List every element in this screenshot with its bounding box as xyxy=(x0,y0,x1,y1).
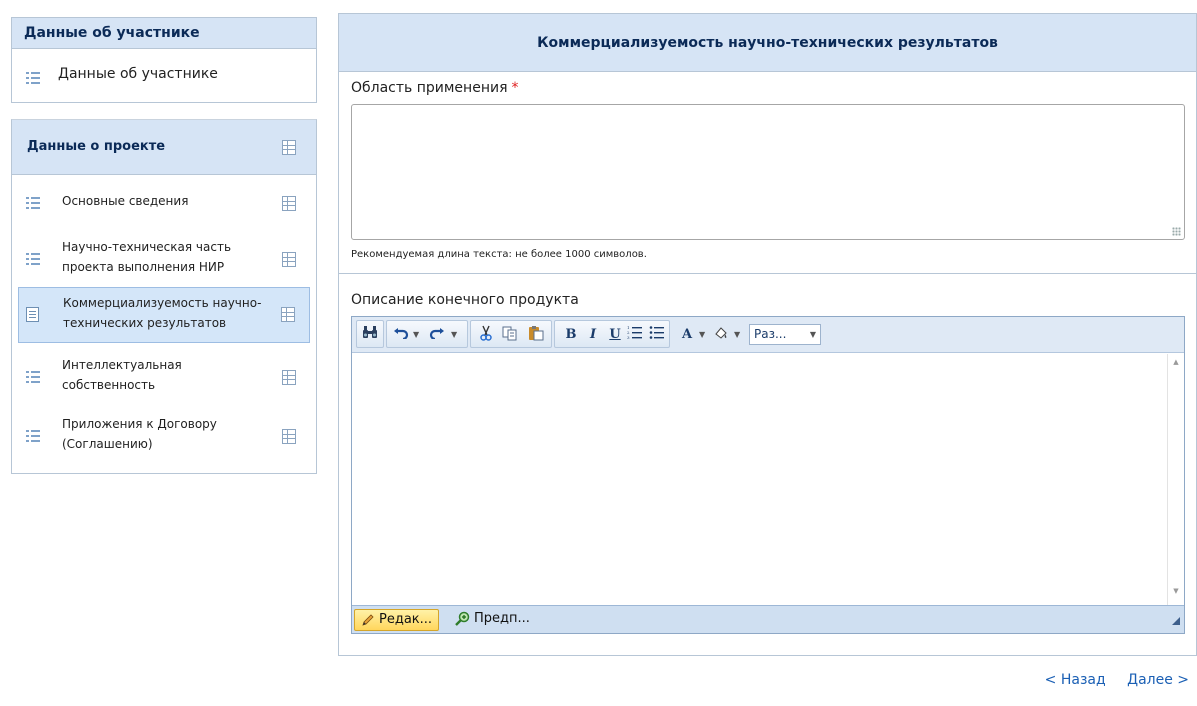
length-hint: Рекомендуемая длина текста: не более 100… xyxy=(351,249,647,260)
bold-icon[interactable]: B xyxy=(561,325,581,345)
application-area-textarea[interactable] xyxy=(351,104,1185,240)
cut-icon[interactable] xyxy=(476,325,496,345)
pencil-icon xyxy=(362,614,374,626)
sidebar-item-participant-data[interactable]: Данные об участнике xyxy=(12,63,316,93)
field-label-text: Область применения xyxy=(351,80,508,96)
field-label-final-product: Описание конечного продукта xyxy=(351,292,579,308)
resize-grip-icon[interactable] xyxy=(1172,617,1180,625)
preview-mode-tab[interactable]: Предп... xyxy=(450,609,536,631)
copy-icon[interactable] xyxy=(500,325,520,345)
highlight-color-icon[interactable] xyxy=(711,325,731,345)
project-panel-title: Данные о проекте xyxy=(27,139,166,154)
sidebar-item-label: Данные об участнике xyxy=(58,66,218,82)
sidebar-item-commercialization[interactable]: Коммерциализуемость научно-технических р… xyxy=(18,287,310,343)
bullet-list-icon[interactable] xyxy=(647,325,667,345)
italic-icon[interactable]: I xyxy=(583,325,603,345)
editor-toolbar: ▼ ▼ B I U 1 2 3 A ▼ ▼ Раз... ▼ xyxy=(352,317,1184,353)
toolbar-group-find xyxy=(356,320,384,348)
participant-panel: Данные об участнике Данные об участнике xyxy=(11,17,317,103)
sidebar-item-label: Приложения к Договору (Соглашению) xyxy=(62,417,217,451)
form-icon xyxy=(26,307,39,322)
list-icon xyxy=(26,253,40,265)
section-grid-icon[interactable] xyxy=(282,370,296,385)
toolbar-group-color: A ▼ ▼ Раз... ▼ xyxy=(672,320,930,348)
field-label-application-area: Область применения * xyxy=(351,80,519,96)
sidebar-item-label: Интеллектуальная собственность xyxy=(62,358,182,392)
magnifier-icon xyxy=(455,611,470,626)
undo-icon[interactable] xyxy=(391,325,411,345)
back-link[interactable]: < Назад xyxy=(1045,672,1106,688)
list-icon xyxy=(26,430,40,442)
editor-mode-bar: Редак... Предп... xyxy=(352,605,1184,633)
sidebar-item-basic-info[interactable]: Основные сведения xyxy=(18,176,310,230)
sidebar-item-scientific-part[interactable]: Научно-техническая часть проекта выполне… xyxy=(18,232,310,286)
toolbar-group-formatting: B I U 123 xyxy=(554,320,670,348)
section-grid-icon[interactable] xyxy=(282,140,296,155)
sidebar-item-label: Научно-техническая часть проекта выполне… xyxy=(62,240,232,274)
redo-icon[interactable] xyxy=(427,325,447,345)
sidebar-item-label: Основные сведения xyxy=(62,194,189,208)
find-binoculars-icon[interactable] xyxy=(360,325,380,345)
required-asterisk: * xyxy=(511,80,519,96)
pager-navigation: < Назад Далее > xyxy=(1028,672,1189,688)
section-grid-icon[interactable] xyxy=(282,252,296,267)
sidebar-item-label: Коммерциализуемость научно-технических р… xyxy=(63,296,262,330)
list-icon xyxy=(26,197,40,209)
edit-mode-tab[interactable]: Редак... xyxy=(354,609,440,631)
section-divider xyxy=(339,273,1196,274)
list-icon xyxy=(26,371,40,383)
redo-dropdown-icon[interactable]: ▼ xyxy=(451,330,457,339)
main-panel: Коммерциализуемость научно-технических р… xyxy=(338,13,1197,656)
svg-text:3: 3 xyxy=(627,335,630,339)
project-panel-header: Данные о проекте xyxy=(12,120,316,175)
underline-icon[interactable]: U xyxy=(605,325,625,345)
font-color-icon[interactable]: A xyxy=(677,325,697,345)
scroll-up-icon[interactable]: ▲ xyxy=(1168,358,1184,372)
section-grid-icon[interactable] xyxy=(282,196,296,211)
editor-vertical-scrollbar[interactable]: ▲ ▼ xyxy=(1167,354,1184,605)
next-link[interactable]: Далее > xyxy=(1127,672,1189,688)
preview-mode-label: Предп... xyxy=(474,611,530,626)
paste-icon[interactable] xyxy=(526,325,546,345)
undo-dropdown-icon[interactable]: ▼ xyxy=(413,330,419,339)
chevron-down-icon: ▼ xyxy=(809,330,816,339)
font-size-select[interactable]: Раз... ▼ xyxy=(749,324,821,345)
resize-grip-icon[interactable] xyxy=(1172,227,1181,236)
page-title: Коммерциализуемость научно-технических р… xyxy=(339,14,1196,72)
editor-content-area[interactable]: ▲ ▼ xyxy=(352,354,1184,605)
rich-text-editor: ▼ ▼ B I U 1 2 3 A ▼ ▼ Раз... ▼ ▲ ▼ Редак… xyxy=(351,316,1185,634)
toolbar-group-clipboard xyxy=(470,320,552,348)
edit-mode-label: Редак... xyxy=(379,612,433,627)
highlight-dropdown-icon[interactable]: ▼ xyxy=(734,330,740,339)
font-color-dropdown-icon[interactable]: ▼ xyxy=(699,330,705,339)
toolbar-group-history: ▼ ▼ xyxy=(386,320,468,348)
list-icon xyxy=(26,72,40,84)
scroll-down-icon[interactable]: ▼ xyxy=(1168,587,1184,601)
project-panel: Данные о проекте Основные сведения Научн… xyxy=(11,119,317,474)
section-grid-icon[interactable] xyxy=(282,429,296,444)
section-grid-icon[interactable] xyxy=(281,307,295,322)
sidebar-item-intellectual-property[interactable]: Интеллектуальная собственность xyxy=(18,351,310,405)
participant-panel-header: Данные об участнике xyxy=(12,18,316,49)
font-size-select-value: Раз... xyxy=(754,327,787,341)
sidebar-item-contract-attachments[interactable]: Приложения к Договору (Соглашению) xyxy=(18,410,310,464)
ordered-list-icon[interactable]: 123 xyxy=(625,325,645,345)
